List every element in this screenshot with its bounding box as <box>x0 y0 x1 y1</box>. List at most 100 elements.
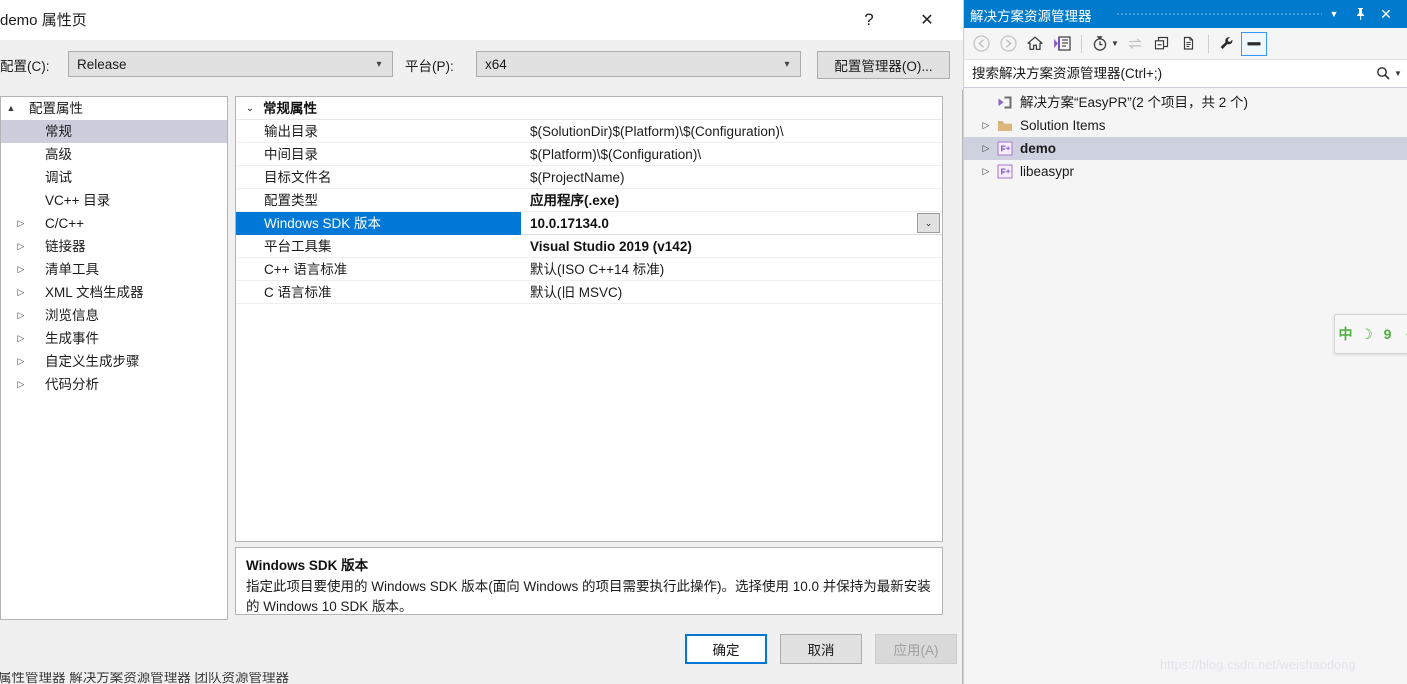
help-button[interactable]: ? <box>846 0 892 40</box>
chevron-down-icon[interactable]: ⌄ <box>243 97 257 120</box>
expander-icon[interactable]: ▷ <box>978 114 994 137</box>
configuration-value: Release <box>77 56 127 72</box>
property-row[interactable]: 平台工具集 Visual Studio 2019 (v142) <box>236 235 942 258</box>
pin-icon[interactable] <box>1348 0 1372 28</box>
expander-icon[interactable]: ▷ <box>15 373 27 396</box>
property-name: 配置类型 <box>264 193 318 208</box>
solution-view-icon[interactable] <box>1049 32 1075 56</box>
cancel-button[interactable]: 取消 <box>780 634 862 664</box>
property-row[interactable]: Windows SDK 版本 10.0.17134.0 ⌄ <box>236 212 942 235</box>
cpp-project-icon <box>994 164 1016 179</box>
property-value[interactable]: 应用程序(.exe) <box>522 189 942 212</box>
config-tree-item[interactable]: ▲ 配置属性 <box>1 97 227 120</box>
platform-label: 平台(P): <box>405 59 454 74</box>
pending-changes-icon[interactable] <box>1087 32 1113 56</box>
property-row[interactable]: C 语言标准 默认(旧 MSVC) <box>236 281 942 304</box>
property-value[interactable]: 10.0.17134.0 <box>522 212 942 235</box>
property-row[interactable]: 目标文件名 $(ProjectName) <box>236 166 942 189</box>
property-description-pane: Windows SDK 版本 指定此项目要使用的 Windows SDK 版本(… <box>235 547 943 615</box>
platform-dropdown[interactable]: x64 ▾ <box>476 51 801 77</box>
expander-placeholder <box>15 120 27 143</box>
property-value-dropdown-button[interactable]: ⌄ <box>917 213 940 233</box>
config-tree-item[interactable]: ▷ 清单工具 <box>1 258 227 281</box>
config-tree-item[interactable]: ▷ 浏览信息 <box>1 304 227 327</box>
collapse-all-icon[interactable] <box>1149 32 1175 56</box>
expander-icon[interactable]: ▲ <box>5 97 17 120</box>
expander-icon[interactable]: ▷ <box>978 137 994 160</box>
chevron-down-icon: ▾ <box>376 58 382 70</box>
configuration-category-tree[interactable]: ▲ 配置属性 常规 高级 调试 VC++ 目录 ▷ C/C++ ▷ 链接器 ▷ 清单工具 ▷ XML 文档… <box>0 96 228 620</box>
property-value[interactable]: $(ProjectName) <box>522 166 942 189</box>
expander-icon[interactable]: ▷ <box>15 350 27 373</box>
expander-icon[interactable]: ▷ <box>15 258 27 281</box>
solution-tree-item[interactable]: ▷ demo <box>964 137 1407 160</box>
back-icon[interactable] <box>968 32 994 56</box>
expander-icon[interactable]: ▷ <box>15 304 27 327</box>
show-all-files-icon[interactable] <box>1176 32 1202 56</box>
dialog-title: demo 属性页 <box>0 12 87 29</box>
search-input[interactable] <box>964 65 1372 82</box>
solution-tree-item[interactable]: ▷ Solution Items <box>964 114 1407 137</box>
solution-tree-item[interactable]: 解决方案“EasyPR”(2 个项目，共 2 个) <box>964 91 1407 114</box>
config-tree-item[interactable]: ▷ C/C++ <box>1 212 227 235</box>
solution-tree-item[interactable]: ▷ libeasypr <box>964 160 1407 183</box>
property-row[interactable]: 配置类型 应用程序(.exe) <box>236 189 942 212</box>
property-name: 平台工具集 <box>264 239 332 254</box>
config-tree-item[interactable]: ▷ 链接器 <box>1 235 227 258</box>
config-tree-item[interactable]: ▷ 代码分析 <box>1 373 227 396</box>
expander-placeholder <box>15 166 27 189</box>
panel-close-icon[interactable]: ✕ <box>1374 0 1398 28</box>
solution-tree-item-label: demo <box>1020 141 1057 156</box>
property-value[interactable]: $(SolutionDir)$(Platform)\$(Configuratio… <box>522 120 942 143</box>
chevron-down-icon[interactable]: ▼ <box>1394 69 1407 78</box>
ok-button[interactable]: 确定 <box>685 634 767 664</box>
expander-icon[interactable]: ▷ <box>978 160 994 183</box>
preview-selected-items-icon[interactable] <box>1240 31 1267 56</box>
close-button[interactable]: ✕ <box>904 0 950 40</box>
forward-icon[interactable] <box>995 32 1021 56</box>
property-value[interactable]: $(Platform)\$(Configuration)\ <box>522 143 942 166</box>
config-tree-item[interactable]: 常规 <box>1 120 227 143</box>
solution-explorer-search-bar[interactable]: ▼ <box>964 60 1407 88</box>
properties-wrench-icon[interactable] <box>1214 32 1240 56</box>
expander-icon[interactable]: ▷ <box>15 235 27 258</box>
expander-icon[interactable]: ▷ <box>15 327 27 350</box>
ime-floating-bar[interactable]: 中☽9• <box>1334 314 1407 354</box>
configuration-dropdown[interactable]: Release ▾ <box>68 51 393 77</box>
property-row[interactable]: C++ 语言标准 默认(ISO C++14 标准) <box>236 258 942 281</box>
dialog-title-bar: demo 属性页 ? ✕ <box>0 0 963 40</box>
config-tree-item[interactable]: VC++ 目录 <box>1 189 227 212</box>
expander-icon[interactable]: ▷ <box>15 212 27 235</box>
screen-root: demo 属性页 ? ✕ 配置(C): Release ▾ 平台(P): x64… <box>0 0 1407 684</box>
description-body: 指定此项目要使用的 Windows SDK 版本(面向 Windows 的项目需… <box>246 579 931 614</box>
expander-icon[interactable]: ▷ <box>15 281 27 304</box>
config-tree-item-label: C/C++ <box>45 216 85 231</box>
config-tree-item[interactable]: 调试 <box>1 166 227 189</box>
property-value[interactable]: 默认(ISO C++14 标准) <box>522 258 942 281</box>
config-tree-item-label: 自定义生成步骤 <box>45 354 140 369</box>
config-tree-item[interactable]: ▷ 生成事件 <box>1 327 227 350</box>
property-pages-dialog: demo 属性页 ? ✕ 配置(C): Release ▾ 平台(P): x64… <box>0 0 963 684</box>
property-group-header[interactable]: ⌄ 常规属性 <box>236 97 942 120</box>
ime-item[interactable]: ☽ <box>1356 315 1377 353</box>
property-row[interactable]: 输出目录 $(SolutionDir)$(Platform)\$(Configur… <box>236 120 942 143</box>
property-value[interactable]: Visual Studio 2019 (v142) <box>522 235 942 258</box>
configuration-manager-button[interactable]: 配置管理器(O)... <box>817 51 950 79</box>
search-icon[interactable] <box>1372 66 1394 81</box>
property-grid[interactable]: ⌄ 常规属性 输出目录 $(SolutionDir)$(Platform)\$(C… <box>235 96 943 542</box>
config-tree-item[interactable]: ▷ 自定义生成步骤 <box>1 350 227 373</box>
sync-with-active-document-icon[interactable] <box>1122 32 1148 56</box>
property-grid-rows: 输出目录 $(SolutionDir)$(Platform)\$(Configur… <box>236 120 942 304</box>
config-tree-item[interactable]: 高级 <box>1 143 227 166</box>
ime-item[interactable]: 9 <box>1377 315 1398 353</box>
panel-menu-icon[interactable]: ▼ <box>1322 0 1346 28</box>
ime-item[interactable]: • <box>1398 315 1407 353</box>
ime-item[interactable]: 中 <box>1335 315 1356 353</box>
solution-tree-item-label: 解决方案“EasyPR”(2 个项目，共 2 个) <box>1020 95 1249 110</box>
config-tree-item[interactable]: ▷ XML 文档生成器 <box>1 281 227 304</box>
solution-tree[interactable]: 解决方案“EasyPR”(2 个项目，共 2 个) ▷ Solution Items… <box>964 88 1407 684</box>
home-icon[interactable] <box>1022 32 1048 56</box>
property-value[interactable]: 默认(旧 MSVC) <box>522 281 942 304</box>
property-row[interactable]: 中间目录 $(Platform)\$(Configuration)\ <box>236 143 942 166</box>
configuration-toolbar: 配置(C): Release ▾ 平台(P): x64 ▾ 配置管理器(O)..… <box>0 40 963 90</box>
